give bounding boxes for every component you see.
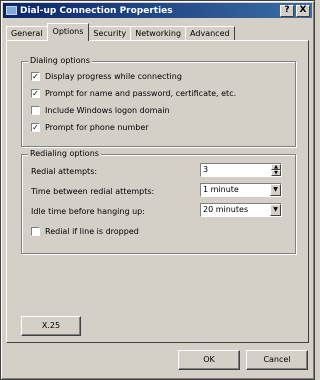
redialing-options-legend: Redialing options <box>28 149 101 158</box>
title-bar[interactable]: Dial-up Connection Properties ? X <box>3 3 312 18</box>
time-between-label: Time between redial attempts: <box>31 187 155 196</box>
tab-options[interactable]: Options <box>46 23 90 41</box>
tab-general[interactable]: General <box>6 26 48 41</box>
x25-button[interactable]: X.25 <box>21 316 81 336</box>
window-title: Dial-up Connection Properties <box>20 5 173 16</box>
idle-time-value: 20 minutes <box>203 205 249 214</box>
dialog-window: Dial-up Connection Properties ? X Genera… <box>0 0 315 380</box>
idle-time-select[interactable]: 20 minutes ▼ <box>200 203 282 217</box>
display-progress-label: Display progress while connecting <box>45 72 182 81</box>
redial-if-dropped-option[interactable]: Redial if line is dropped <box>31 227 139 236</box>
redialing-options-group: Redialing options Redial attempts: 3 ▲ ▼… <box>21 149 296 254</box>
chevron-down-icon[interactable]: ▼ <box>270 184 281 196</box>
redial-attempts-label: Redial attempts: <box>31 167 98 176</box>
prompt-credentials-option[interactable]: ✓ Prompt for name and password, certific… <box>31 89 236 98</box>
close-button[interactable]: X <box>296 4 310 17</box>
chevron-down-icon[interactable]: ▼ <box>270 204 281 216</box>
redial-if-dropped-checkbox[interactable] <box>31 227 40 236</box>
include-logon-domain-label: Include Windows logon domain <box>45 106 170 115</box>
connection-icon <box>6 6 17 15</box>
help-button[interactable]: ? <box>280 4 294 17</box>
prompt-phone-option[interactable]: ✓ Prompt for phone number <box>31 123 149 132</box>
prompt-credentials-checkbox[interactable]: ✓ <box>31 89 40 98</box>
display-progress-checkbox[interactable]: ✓ <box>31 72 40 81</box>
display-progress-option[interactable]: ✓ Display progress while connecting <box>31 72 182 81</box>
prompt-credentials-label: Prompt for name and password, certificat… <box>45 89 237 98</box>
tab-advanced[interactable]: Advanced <box>185 26 235 41</box>
ok-button[interactable]: OK <box>178 350 240 370</box>
options-panel: Dialing options ✓ Display progress while… <box>6 40 309 343</box>
prompt-phone-checkbox[interactable]: ✓ <box>31 123 40 132</box>
redial-attempts-spinner[interactable]: 3 ▲ ▼ <box>200 163 282 177</box>
tab-strip: General Options Security Networking Adva… <box>6 23 235 41</box>
redial-if-dropped-label: Redial if line is dropped <box>45 227 139 236</box>
time-between-value: 1 minute <box>203 185 239 194</box>
include-logon-domain-option[interactable]: Include Windows logon domain <box>31 106 170 115</box>
redial-attempts-spin-buttons[interactable]: ▲ ▼ <box>271 164 281 176</box>
spin-down-icon[interactable]: ▼ <box>271 170 281 176</box>
tab-security[interactable]: Security <box>88 26 132 41</box>
cancel-button[interactable]: Cancel <box>246 350 308 370</box>
include-logon-domain-checkbox[interactable] <box>31 106 40 115</box>
idle-time-label: Idle time before hanging up: <box>31 207 145 216</box>
tab-networking[interactable]: Networking <box>130 26 187 41</box>
dialing-options-legend: Dialing options <box>28 56 92 65</box>
prompt-phone-label: Prompt for phone number <box>45 123 149 132</box>
redial-attempts-value: 3 <box>203 165 209 174</box>
dialing-options-group: Dialing options ✓ Display progress while… <box>21 56 296 147</box>
time-between-select[interactable]: 1 minute ▼ <box>200 183 282 197</box>
